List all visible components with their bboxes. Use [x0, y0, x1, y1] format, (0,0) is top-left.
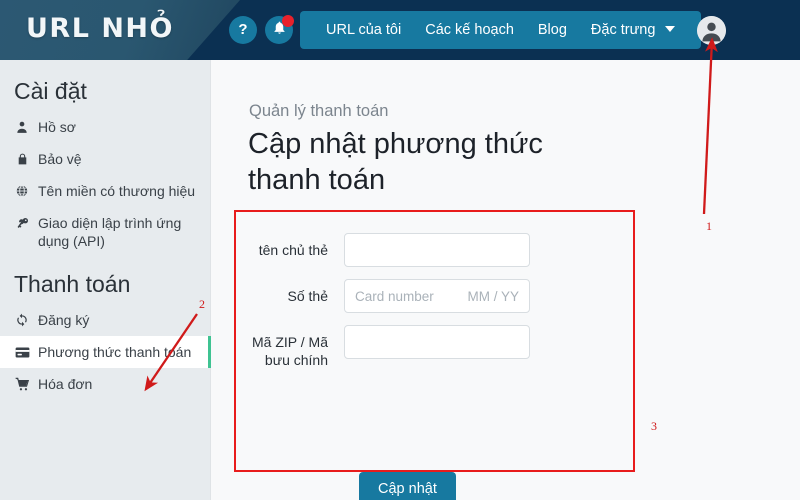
page-subtitle: Quản lý thanh toán: [249, 102, 389, 120]
app-root: URL NHỎ ? URL của tôi Các kế hoạch Blog: [0, 0, 800, 500]
payment-form-box: tên chủ thẻ Số thẻ Card number MM / YY M…: [234, 210, 635, 500]
nav-item-my-urls[interactable]: URL của tôi: [314, 11, 413, 49]
key-icon: [14, 214, 30, 232]
sidebar-item-label: Tên miền có thương hiệu: [38, 183, 196, 199]
annotation-number-3: 3: [651, 419, 657, 433]
form-row-card-number: Số thẻ Card number MM / YY: [236, 279, 530, 313]
sync-icon: [14, 311, 30, 329]
sidebar-item-security[interactable]: Bảo vệ: [0, 143, 210, 175]
input-placeholder: Card number: [355, 288, 434, 304]
notifications-button[interactable]: [265, 15, 294, 44]
chevron-down-icon: [665, 26, 676, 33]
nav-item-blog[interactable]: Blog: [526, 11, 579, 49]
sidebar-section-title-payment: Thanh toán: [14, 271, 131, 297]
update-button[interactable]: Cập nhật: [359, 472, 456, 500]
sidebar-item-label: Phương thức thanh toán: [38, 344, 192, 360]
page-title: Cập nhật phương thức thanh toán: [248, 128, 543, 196]
sidebar-item-label: Đăng ký: [38, 312, 90, 328]
lock-icon: [14, 150, 30, 168]
sidebar-item-invoices[interactable]: Hóa đơn: [0, 368, 210, 400]
nav-item-features[interactable]: Đặc trưng: [579, 11, 688, 49]
form-row-cardholder: tên chủ thẻ: [236, 233, 530, 267]
person-icon: [14, 118, 30, 136]
sidebar-item-payment-method[interactable]: Phương thức thanh toán: [0, 336, 211, 368]
card-number-label: Số thẻ: [287, 288, 328, 304]
annotation-number-2: 2: [199, 297, 205, 311]
card-expiry-placeholder: MM / YY: [467, 288, 519, 304]
question-mark-icon: ?: [238, 21, 248, 38]
shopping-cart-icon: [14, 375, 30, 393]
credit-card-icon: [14, 343, 30, 361]
form-row-zip: Mã ZIP / Mã bưu chính: [236, 325, 530, 369]
nav-label: Blog: [537, 22, 567, 38]
avatar[interactable]: [697, 16, 726, 45]
sidebar-item-label: Hóa đơn: [38, 376, 93, 392]
card-number-input[interactable]: Card number MM / YY: [344, 279, 530, 313]
sidebar-item-label: Giao diện lập trình ứng dụng (API): [38, 215, 182, 249]
cardholder-name-label: tên chủ thẻ: [258, 242, 328, 258]
sidebar-item-subscription[interactable]: Đăng ký: [0, 304, 210, 336]
cardholder-name-input[interactable]: [344, 233, 530, 267]
sidebar-item-api[interactable]: Giao diện lập trình ứng dụng (API): [0, 207, 210, 257]
nav-label: URL của tôi: [326, 22, 402, 38]
sidebar-section-title-settings: Cài đặt: [14, 78, 87, 104]
zip-code-input[interactable]: [344, 325, 530, 359]
site-logo[interactable]: URL NHỎ: [26, 12, 174, 46]
user-avatar-icon: [697, 16, 726, 45]
nav-label: Đặc trưng: [590, 22, 656, 38]
sidebar-item-label: Hồ sơ: [38, 119, 76, 135]
notification-badge-dot: [282, 15, 294, 27]
help-button[interactable]: ?: [229, 16, 257, 44]
sidebar-item-profile[interactable]: Hồ sơ: [0, 111, 210, 143]
main-content: Quản lý thanh toán Cập nhật phương thức …: [212, 60, 800, 500]
nav-item-plans[interactable]: Các kế hoạch: [413, 11, 526, 49]
sidebar-item-branded-domain[interactable]: Tên miền có thương hiệu: [0, 175, 210, 207]
annotation-number-1: 1: [706, 219, 712, 233]
sidebar: Cài đặt Hồ sơ Bảo vệ Tên miền có thương …: [0, 60, 211, 500]
globe-icon: [14, 182, 30, 200]
top-header: URL NHỎ ? URL của tôi Các kế hoạch Blog: [0, 0, 800, 60]
nav-label: Các kế hoạch: [425, 22, 514, 38]
main-nav: URL của tôi Các kế hoạch Blog Đặc trưng: [300, 11, 702, 49]
zip-code-label: Mã ZIP / Mã bưu chính: [252, 334, 328, 368]
sidebar-item-label: Bảo vệ: [38, 151, 82, 167]
